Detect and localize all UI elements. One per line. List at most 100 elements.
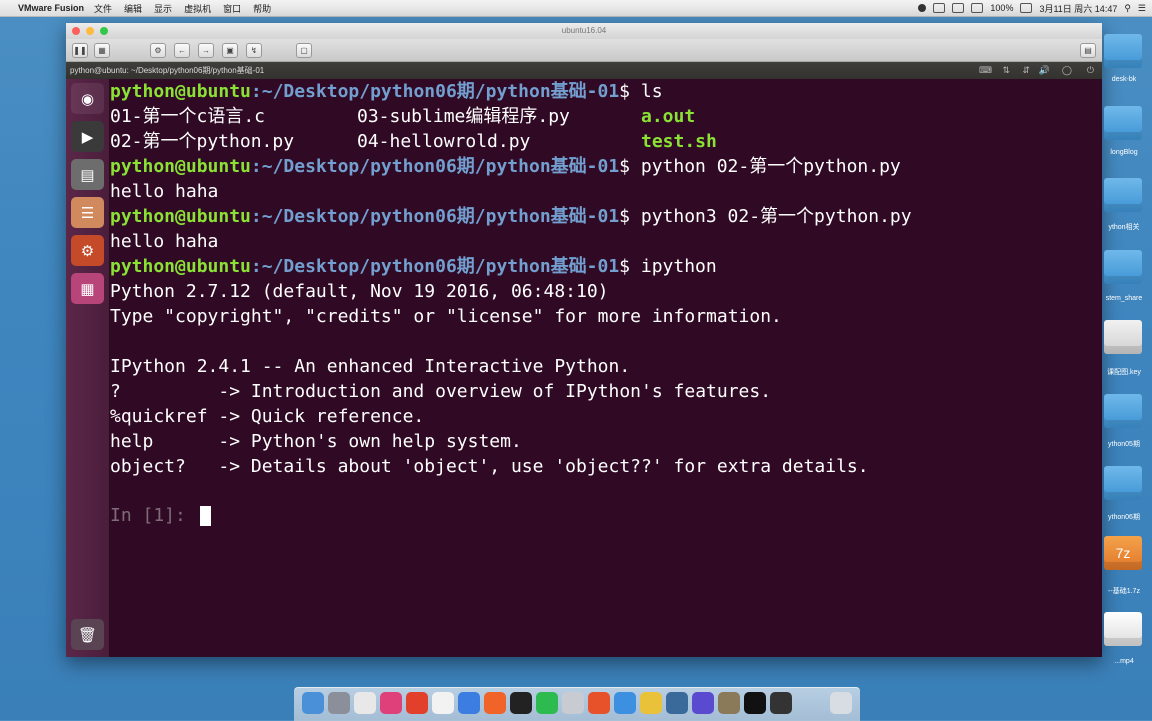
close-button[interactable] <box>72 27 80 35</box>
menubar-clock[interactable]: 3月11日 周六 14:47 <box>1039 2 1117 15</box>
folder-icon[interactable] <box>1104 394 1142 428</box>
menu-file[interactable]: 文件 <box>94 2 112 15</box>
chrome-icon[interactable] <box>640 692 662 714</box>
folder-icon[interactable] <box>1104 250 1142 284</box>
desktop-icon-label: --基础1.7z <box>1108 588 1140 595</box>
menubar-app-name[interactable]: VMware Fusion <box>18 3 84 13</box>
ubuntu-terminal-titlebar: python@ubuntu: ~/Desktop/python06期/pytho… <box>66 62 1102 79</box>
archive-label: 7z <box>1115 545 1131 561</box>
settings-icon[interactable]: ⚙ <box>150 43 166 58</box>
qq-icon[interactable] <box>510 692 532 714</box>
app-icon[interactable] <box>406 692 428 714</box>
ubuntu-window-title: python@ubuntu: ~/Desktop/python06期/pytho… <box>70 66 265 75</box>
battery-percent[interactable]: 100% <box>990 3 1013 13</box>
unity-launcher: ◉ ▶ ▤ ☰ ⚙ ▦ 🗑 <box>66 79 110 657</box>
app-icon[interactable] <box>588 692 610 714</box>
network-icon[interactable]: ⇵ <box>1022 62 1030 79</box>
terminal-line: 04-hellowrold.py <box>357 131 531 152</box>
minimize-button[interactable] <box>86 27 94 35</box>
desktop-icon-label: desk-bk <box>1111 76 1137 83</box>
clock-icon[interactable]: ◯ <box>1062 62 1072 79</box>
terminal-line: ? -> Introduction and overview of IPytho… <box>110 381 772 402</box>
safari-icon[interactable] <box>614 692 636 714</box>
trash-icon[interactable]: 🗑 <box>71 619 104 650</box>
terminal-line: 03-sublime编辑程序.py <box>357 106 570 127</box>
workspace-icon[interactable]: ▦ <box>71 273 104 304</box>
power-icon[interactable]: ⏻ <box>1087 62 1094 79</box>
trash-icon[interactable] <box>830 692 852 714</box>
terminal-line: IPython 2.4.1 -- An enhanced Interactive… <box>110 356 631 377</box>
desktop-icon-label: ython05期 <box>1108 441 1140 448</box>
terminal-line: python@ubuntu:~/Desktop/python06期/python… <box>110 156 901 177</box>
wifi-icon[interactable] <box>971 3 984 13</box>
snapshot-icon[interactable]: ▣ <box>222 43 238 58</box>
desktop-icon-label: ython06期 <box>1108 514 1140 521</box>
finder-icon[interactable] <box>302 692 324 714</box>
ipython-input-line[interactable]: In [1]: <box>110 503 211 528</box>
launchpad-icon[interactable] <box>328 692 350 714</box>
window-icon[interactable]: ▦ <box>94 43 110 58</box>
terminal-line: help -> Python's own help system. <box>110 431 522 452</box>
status-icon[interactable] <box>933 3 946 13</box>
menu-edit[interactable]: 编辑 <box>124 2 142 15</box>
files-icon[interactable]: ▤ <box>71 159 104 190</box>
menu-view[interactable]: 显示 <box>154 2 172 15</box>
dash-icon[interactable]: ◉ <box>71 83 104 114</box>
terminal-line: Type "copyright", "credits" or "license"… <box>110 306 782 327</box>
app-icon[interactable] <box>770 692 792 714</box>
keyboard-icon[interactable]: ⌨ <box>979 62 992 79</box>
battery-icon[interactable] <box>1020 3 1033 13</box>
archive-7z-icon[interactable]: 7z <box>1104 536 1142 570</box>
app-icon[interactable] <box>692 692 714 714</box>
calendar-icon[interactable] <box>354 692 376 714</box>
back-icon[interactable]: ← <box>174 43 190 58</box>
system-settings-icon[interactable]: ⚙ <box>71 235 104 266</box>
folder-icon[interactable] <box>1104 34 1142 68</box>
desktop-icon-label: 课配图.key <box>1107 369 1141 376</box>
folder-icon[interactable] <box>1104 466 1142 500</box>
text-editor-icon[interactable]: ☰ <box>71 197 104 228</box>
desktop-icon-label: longBlog <box>1110 149 1138 156</box>
app-icon[interactable] <box>380 692 402 714</box>
notes-icon[interactable] <box>432 692 454 714</box>
folder-icon[interactable] <box>1104 106 1142 140</box>
app-icon[interactable] <box>562 692 584 714</box>
folder-icon[interactable] <box>1104 178 1142 212</box>
menu-vm[interactable]: 虚拟机 <box>184 2 211 15</box>
terminal-line: 01-第一个c语言.c <box>110 106 266 127</box>
ipython-in-prompt: In [1]: <box>110 505 197 526</box>
keynote-file-icon[interactable] <box>1104 320 1142 354</box>
wechat-icon[interactable] <box>536 692 558 714</box>
menu-window[interactable]: 窗口 <box>223 2 241 15</box>
terminal-icon[interactable] <box>744 692 766 714</box>
terminal-line: test.sh <box>641 131 717 152</box>
vmware-toolbar: ❚❚ ▦ ⚙ ← → ▣ ↯ ▢ ▤ <box>66 39 1102 62</box>
forward-icon[interactable]: → <box>198 43 214 58</box>
terminal-line: hello haha <box>110 231 219 252</box>
volume-icon[interactable]: 🔊 <box>1039 62 1050 79</box>
video-file-icon[interactable] <box>1104 612 1142 646</box>
app-icon[interactable] <box>458 692 480 714</box>
app-icon[interactable] <box>718 692 740 714</box>
terminal-line: python@ubuntu:~/Desktop/python06期/python… <box>110 206 912 227</box>
fullscreen-icon[interactable]: ▢ <box>296 43 312 58</box>
sort-icon[interactable]: ⇅ <box>1002 62 1010 79</box>
app-icon[interactable] <box>666 692 688 714</box>
menu-help[interactable]: 帮助 <box>253 2 271 15</box>
pause-icon[interactable]: ❚❚ <box>72 43 88 58</box>
notification-center-icon[interactable]: ☰ <box>1138 3 1146 14</box>
vmware-titlebar: ubuntu16.04 <box>66 23 1102 39</box>
vmware-window-title: ubuntu16.04 <box>561 26 607 35</box>
terminal-icon[interactable]: ▶ <box>71 121 104 152</box>
mac-menubar: VMware Fusion 文件 编辑 显示 虚拟机 窗口 帮助 100% 3月… <box>0 0 1152 17</box>
app-icon[interactable] <box>484 692 506 714</box>
usb-icon[interactable]: ↯ <box>246 43 262 58</box>
spotlight-icon[interactable]: ⚲ <box>1124 3 1131 14</box>
status-icon[interactable] <box>918 4 927 12</box>
terminal-content[interactable]: python@ubuntu:~/Desktop/python06期/python… <box>110 79 1102 657</box>
mac-dock <box>294 687 860 721</box>
zoom-button[interactable] <box>100 27 108 35</box>
terminal-line: a.out <box>641 106 696 127</box>
status-icon[interactable] <box>952 3 965 13</box>
sidebar-toggle-icon[interactable]: ▤ <box>1080 43 1096 58</box>
